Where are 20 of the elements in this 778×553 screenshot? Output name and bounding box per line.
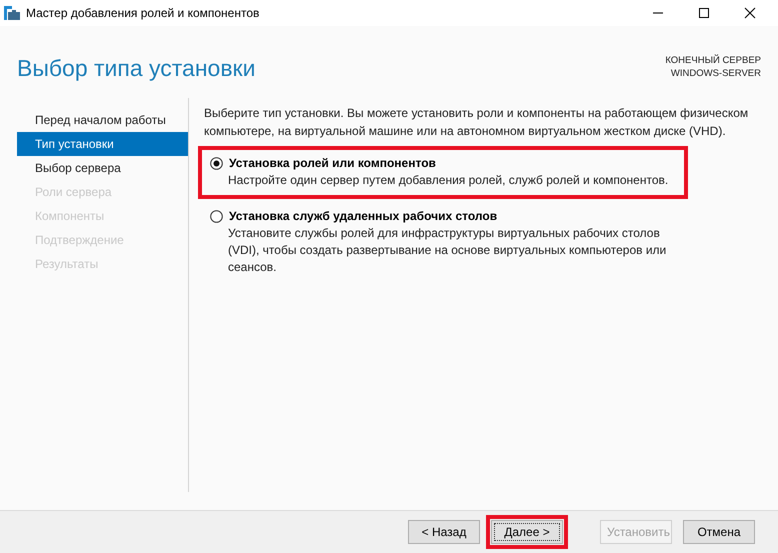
window-title: Мастер добавления ролей и компонентов — [26, 6, 260, 20]
option-description: Настройте один сервер путем добавления ролей, служб ролей и компонентов. — [228, 172, 670, 189]
option-label[interactable]: Установка служб удаленных рабочих столов — [229, 209, 498, 223]
wizard-button[interactable]: Далее > — [491, 520, 563, 544]
wizard-button[interactable]: < Назад — [408, 520, 480, 544]
radio-button[interactable] — [210, 210, 223, 222]
sidebar-item[interactable]: Перед началом работы — [17, 108, 188, 132]
option-description: Установите службы ролей для инфраструктуры виртуальных рабочих столов (VDI), чтобы создать развертывание на основе виртуальных компьютеров или сеансов. — [228, 225, 668, 276]
page-title: Выбор типа установки — [17, 55, 256, 82]
option-label[interactable]: Установка ролей или компонентов — [229, 156, 436, 170]
radio-button[interactable] — [210, 156, 223, 170]
intro-text: Выберите тип установки. Вы можете установить роли и компоненты на работающем физическом компьютере, на виртуальной машине или на автономном виртуальном жестком диске (VHD). — [204, 105, 750, 140]
wizard-button[interactable]: Отмена — [683, 520, 755, 544]
server-label: КОНЕЧНЫЙ СЕРВЕР — [665, 54, 761, 67]
sidebar-item[interactable]: Выбор сервера — [17, 156, 188, 180]
server-name: WINDOWS-SERVER — [670, 67, 761, 80]
maximize-icon[interactable] — [698, 7, 710, 19]
sidebar-item[interactable]: Тип установки — [17, 132, 188, 156]
close-icon[interactable] — [744, 7, 756, 19]
app-icon — [4, 5, 20, 21]
